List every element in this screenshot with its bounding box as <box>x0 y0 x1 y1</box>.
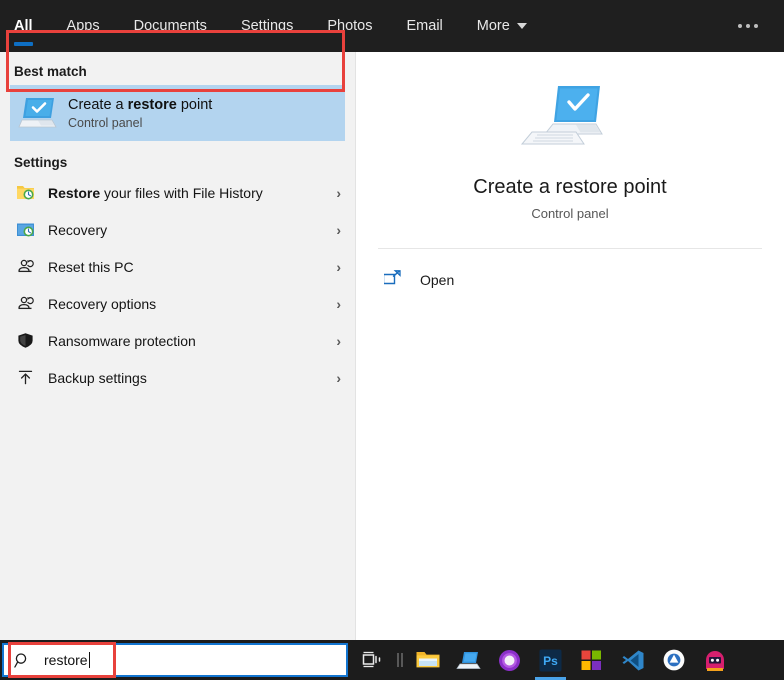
setting-label-rest: Recovery options <box>48 295 157 312</box>
restore-point-icon <box>18 94 60 132</box>
setting-label-rest: Recovery <box>48 221 108 238</box>
tab-settings-label: Settings <box>240 18 294 34</box>
setting-item-recovery[interactable]: Recovery › <box>0 211 355 248</box>
setting-label-rest: Reset this PC <box>48 258 134 275</box>
tab-photos[interactable]: Photos <box>310 0 389 52</box>
setting-item-recovery-options-label: Recovery options <box>48 296 336 312</box>
setting-item-recovery-label: Recovery <box>48 222 336 238</box>
task-view-icon[interactable] <box>352 640 393 680</box>
tab-documents-label: Documents <box>133 18 207 34</box>
setting-item-recovery-options[interactable]: Recovery options › <box>0 285 355 322</box>
chevron-right-icon: › <box>336 221 341 238</box>
taskbar-icon-strip: Ps <box>352 640 735 680</box>
windows-search-overlay: All Apps Documents Settings Photos Email… <box>0 0 784 680</box>
tab-more[interactable]: More <box>460 0 544 52</box>
file-explorer-icon[interactable] <box>407 640 448 680</box>
settings-heading: Settings <box>14 155 68 170</box>
best-match-result-item[interactable]: Create a restore point Control panel <box>10 85 345 141</box>
open-action-row[interactable]: Open <box>378 260 762 300</box>
shield-icon <box>14 332 36 349</box>
photoshop-icon[interactable]: Ps <box>530 640 571 680</box>
open-action-label: Open <box>420 272 455 288</box>
tab-all[interactable]: All <box>0 0 50 52</box>
search-input-value: restore <box>44 652 90 668</box>
preview-title: Create a restore point <box>473 176 667 198</box>
setting-item-file-history-label: Restore your files with File History <box>48 185 336 201</box>
active-tab-underline <box>14 42 33 46</box>
setting-item-ransomware-protection[interactable]: Ransomware protection › <box>0 322 355 359</box>
tab-email[interactable]: Email <box>390 0 460 52</box>
best-match-subtitle: Control panel <box>68 116 143 130</box>
overflow-menu-button[interactable] <box>728 0 768 52</box>
svg-text:Ps: Ps <box>543 654 558 668</box>
preview-header: Create a restore point Control panel <box>356 52 784 232</box>
preview-subtitle: Control panel <box>531 206 609 221</box>
chevron-right-icon: › <box>336 184 341 201</box>
reset-pc-icon <box>14 258 36 275</box>
remote-desktop-icon[interactable] <box>448 640 489 680</box>
chevron-right-icon: › <box>336 369 341 386</box>
tab-apps[interactable]: Apps <box>50 0 117 52</box>
tab-email-label: Email <box>406 18 443 34</box>
chevron-right-icon: › <box>336 332 341 349</box>
vs-code-icon[interactable] <box>612 640 653 680</box>
best-match-title-bold: restore <box>127 97 177 113</box>
best-match-title-prefix: Create a <box>68 97 128 113</box>
purple-app-icon[interactable] <box>489 640 530 680</box>
tab-documents[interactable]: Documents <box>117 0 224 52</box>
chevron-right-icon: › <box>336 258 341 275</box>
results-list-pane: Best match Create a restore point Contro… <box>0 52 355 640</box>
file-history-icon <box>14 184 36 201</box>
setting-label-rest: Backup settings <box>48 369 147 386</box>
recovery-options-icon <box>14 295 36 312</box>
preview-divider <box>378 248 762 249</box>
recovery-icon <box>14 221 36 238</box>
search-filter-tabbar: All Apps Documents Settings Photos Email… <box>0 0 784 52</box>
taskbar-search-box[interactable]: restore <box>2 643 348 677</box>
open-external-icon <box>382 269 406 291</box>
restore-point-large-icon <box>518 82 622 156</box>
setting-item-reset-this-pc-label: Reset this PC <box>48 259 336 275</box>
best-match-heading: Best match <box>14 64 87 79</box>
tab-settings[interactable]: Settings <box>224 0 310 52</box>
tab-all-label: All <box>14 18 33 34</box>
setting-item-ransomware-protection-label: Ransomware protection <box>48 333 336 349</box>
chevron-right-icon: › <box>336 295 341 312</box>
taskbar: restore Ps <box>0 640 784 680</box>
text-caret <box>88 652 90 668</box>
best-match-title-suffix: point <box>176 97 213 113</box>
tab-more-label: More <box>476 18 510 34</box>
best-match-container: Create a restore point Control panel <box>0 85 355 141</box>
setting-label-rest: your files with File History <box>100 184 263 201</box>
setting-item-backup-settings[interactable]: Backup settings › <box>0 359 355 396</box>
setting-label-bold: Restore <box>48 184 101 201</box>
best-match-title: Create a restore point <box>68 96 212 114</box>
pink-app-icon[interactable] <box>694 640 735 680</box>
setting-item-reset-this-pc[interactable]: Reset this PC › <box>0 248 355 285</box>
search-query-text: restore <box>44 652 88 668</box>
best-match-text: Create a restore point Control panel <box>68 96 212 130</box>
white-circle-app-icon[interactable] <box>653 640 694 680</box>
setting-item-backup-settings-label: Backup settings <box>48 370 336 386</box>
tab-photos-label: Photos <box>327 18 373 34</box>
setting-item-file-history[interactable]: Restore your files with File History › <box>0 174 355 211</box>
chevron-down-icon <box>516 23 527 29</box>
taskbar-separator <box>393 640 407 680</box>
tab-apps-label: Apps <box>66 18 100 34</box>
search-results-body: Best match Create a restore point Contro… <box>0 52 784 640</box>
microsoft-store-icon[interactable] <box>571 640 612 680</box>
setting-label-rest: Ransomware protection <box>48 332 196 349</box>
preview-pane: Create a restore point Control panel Ope… <box>355 52 784 640</box>
search-icon <box>14 652 32 669</box>
ellipsis-icon <box>738 24 758 28</box>
backup-upload-icon <box>14 369 36 386</box>
